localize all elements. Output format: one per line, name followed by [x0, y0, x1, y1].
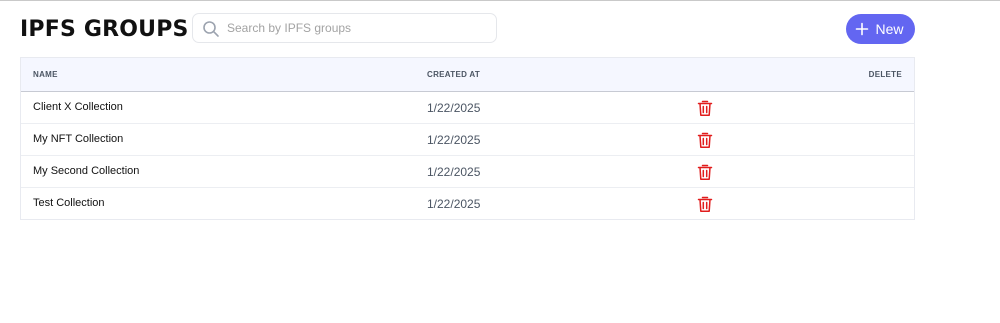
created-at: 1/22/2025 [427, 133, 481, 147]
search-icon [202, 20, 220, 38]
delete-button[interactable] [697, 163, 715, 181]
delete-button[interactable] [697, 99, 715, 117]
group-name[interactable]: Test Collection [33, 197, 105, 209]
column-header-created-at: CREATED AT [427, 70, 481, 79]
group-name[interactable]: My Second Collection [33, 165, 139, 177]
trash-icon [697, 196, 715, 213]
plus-icon [855, 22, 869, 36]
trash-icon [697, 100, 715, 117]
created-at: 1/22/2025 [427, 197, 481, 211]
table-row[interactable]: My Second Collection 1/22/2025 [21, 156, 914, 188]
table-header: NAME CREATED AT DELETE [21, 58, 914, 92]
ipfs-groups-table: NAME CREATED AT DELETE Client X Collecti… [20, 57, 915, 220]
trash-icon [697, 164, 715, 181]
delete-button[interactable] [697, 195, 715, 213]
created-at: 1/22/2025 [427, 165, 481, 179]
search-box[interactable] [192, 13, 497, 43]
table-row[interactable]: Client X Collection 1/22/2025 [21, 92, 914, 124]
new-group-button[interactable]: New [846, 14, 915, 44]
column-header-delete: DELETE [868, 70, 902, 79]
delete-button[interactable] [697, 131, 715, 149]
table-row[interactable]: My NFT Collection 1/22/2025 [21, 124, 914, 156]
top-divider [0, 0, 1000, 1]
group-name[interactable]: Client X Collection [33, 101, 123, 113]
group-name[interactable]: My NFT Collection [33, 133, 123, 145]
table-row[interactable]: Test Collection 1/22/2025 [21, 188, 914, 219]
page-title: IPFS GROUPS [20, 17, 189, 42]
column-header-name: NAME [33, 70, 58, 79]
trash-icon [697, 132, 715, 149]
search-input[interactable] [227, 14, 487, 42]
created-at: 1/22/2025 [427, 101, 481, 115]
new-button-label: New [875, 21, 904, 37]
